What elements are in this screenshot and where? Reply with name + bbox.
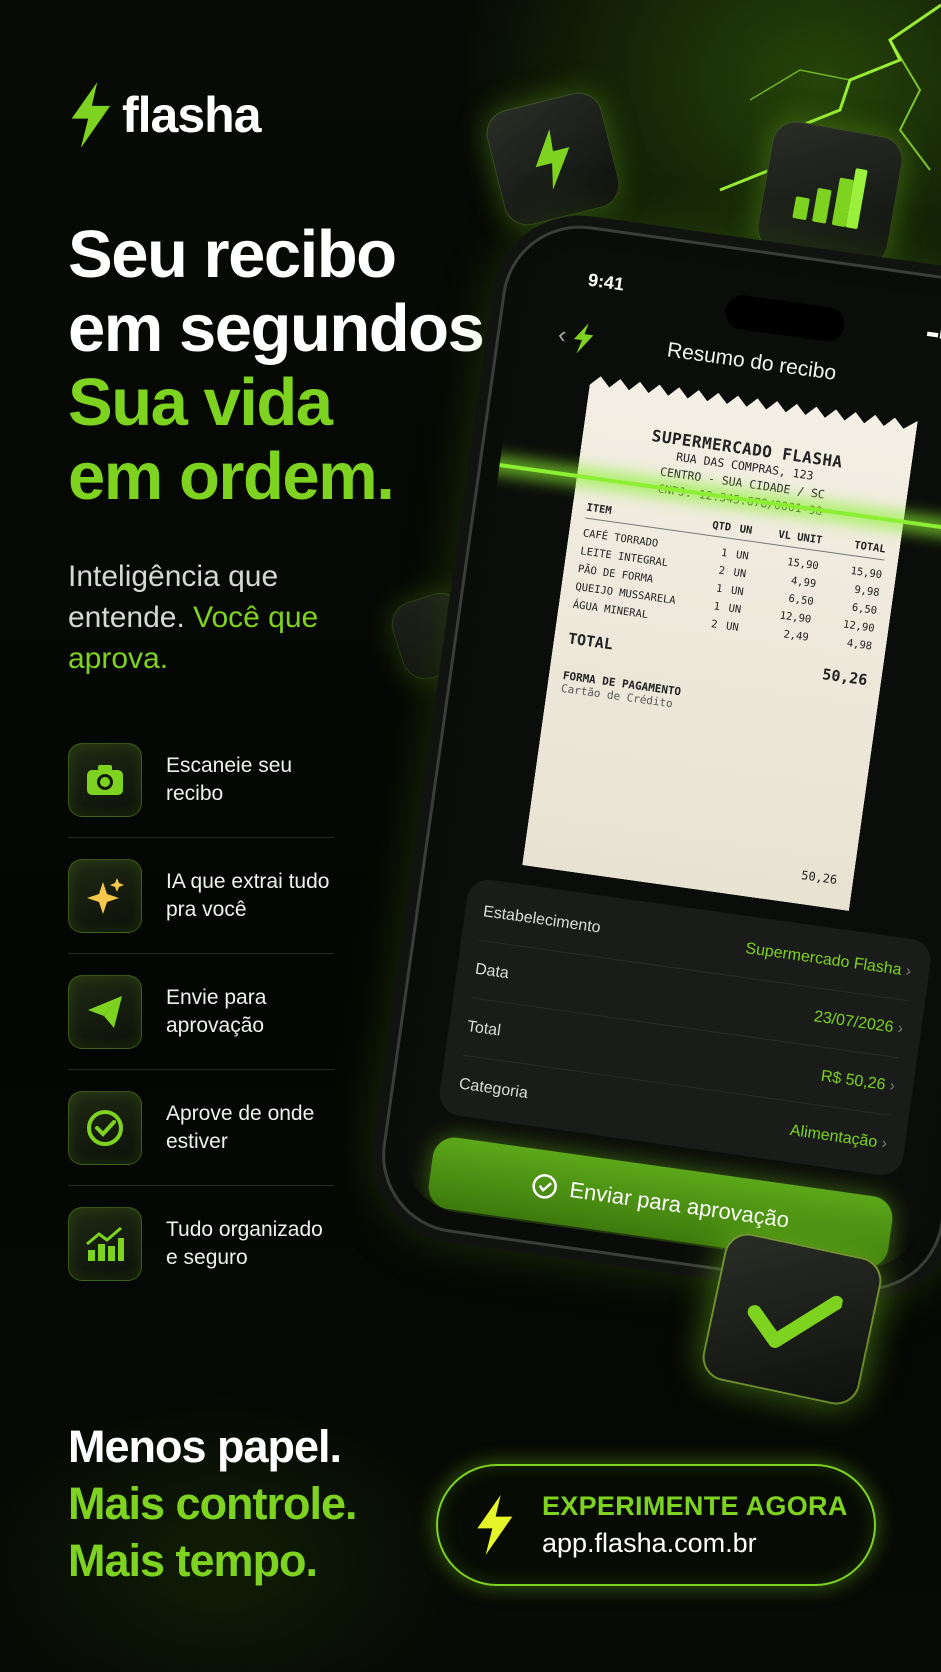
bolt-logo-icon bbox=[71, 82, 111, 148]
check-circle-icon bbox=[532, 1174, 558, 1199]
feature-list: Escaneie seu recibo IA que extrai tudo p… bbox=[68, 722, 334, 1302]
headline-line-2: em segundos. bbox=[68, 291, 502, 366]
try-now-text: EXPERIMENTE AGORA app.flasha.com.br bbox=[542, 1491, 848, 1559]
feature-text: Escaneie seu recibo bbox=[166, 753, 293, 805]
receipt-details-card: Estabelecimento Supermercado Flasha Data… bbox=[436, 876, 934, 1178]
subtitle: Inteligência que entende. Você que aprov… bbox=[68, 556, 368, 679]
paper-plane-icon bbox=[68, 974, 142, 1049]
tagline-line-2: Mais controle. bbox=[68, 1478, 358, 1529]
bolt-icon bbox=[477, 1495, 513, 1555]
feature-text: IA que extrai tudo pra você bbox=[166, 869, 330, 921]
headline-line-3: Sua vida bbox=[68, 365, 333, 440]
feature-text: Envie para aprovação bbox=[166, 985, 267, 1037]
feature-item: Aprove de onde estiver bbox=[68, 1070, 334, 1186]
status-time: 9:41 bbox=[586, 269, 626, 295]
receipt-payment-amount: 50,26 bbox=[800, 868, 839, 888]
try-now-button[interactable]: EXPERIMENTE AGORA app.flasha.com.br bbox=[436, 1464, 876, 1586]
signal-wifi-battery-icon: ▂▄▆ ◠ ▭ bbox=[927, 319, 941, 346]
receipt-image: SUPERMERCADO FLASHA RUA DAS COMPRAS, 123… bbox=[522, 375, 918, 911]
brand-name: flasha bbox=[122, 87, 262, 143]
feature-text: Tudo organizado e seguro bbox=[166, 1218, 323, 1269]
app-url: app.flasha.com.br bbox=[542, 1528, 757, 1558]
chart-growth-icon bbox=[68, 1207, 142, 1281]
feature-item: Escaneie seu recibo bbox=[68, 722, 334, 838]
headline-line-1: Seu recibo bbox=[68, 217, 397, 292]
try-now-label: EXPERIMENTE AGORA bbox=[542, 1491, 848, 1521]
send-approval-label: Enviar para aprovação bbox=[568, 1176, 791, 1233]
brand-logo: flasha bbox=[68, 82, 262, 148]
checkmark-icon bbox=[747, 1295, 844, 1348]
bar-chart-icon bbox=[792, 168, 868, 229]
feature-item: Tudo organizado e seguro bbox=[68, 1186, 334, 1302]
headline: Seu recibo em segundos. Sua vida em orde… bbox=[68, 217, 502, 514]
feature-item: IA que extrai tudo pra você bbox=[68, 838, 334, 954]
bolt-icon bbox=[573, 323, 594, 354]
headline-line-4: em ordem. bbox=[68, 439, 395, 514]
feature-item: Envie para aprovação bbox=[68, 954, 334, 1070]
camera-icon bbox=[68, 742, 142, 817]
back-chevron-icon[interactable]: ‹ bbox=[556, 321, 568, 350]
feature-text: Aprove de onde estiver bbox=[166, 1101, 315, 1153]
screen-title: Resumo do recibo bbox=[665, 338, 838, 385]
bottom-tagline: Menos papel. Mais controle. Mais tempo. bbox=[68, 1418, 358, 1589]
bolt-icon bbox=[535, 128, 570, 190]
tagline-line-3: Mais tempo. bbox=[68, 1535, 318, 1586]
floating-chart-tile bbox=[753, 117, 907, 271]
check-circle-icon bbox=[68, 1090, 142, 1165]
tagline-line-1: Menos papel. bbox=[68, 1421, 342, 1472]
sparkles-icon bbox=[68, 858, 142, 933]
